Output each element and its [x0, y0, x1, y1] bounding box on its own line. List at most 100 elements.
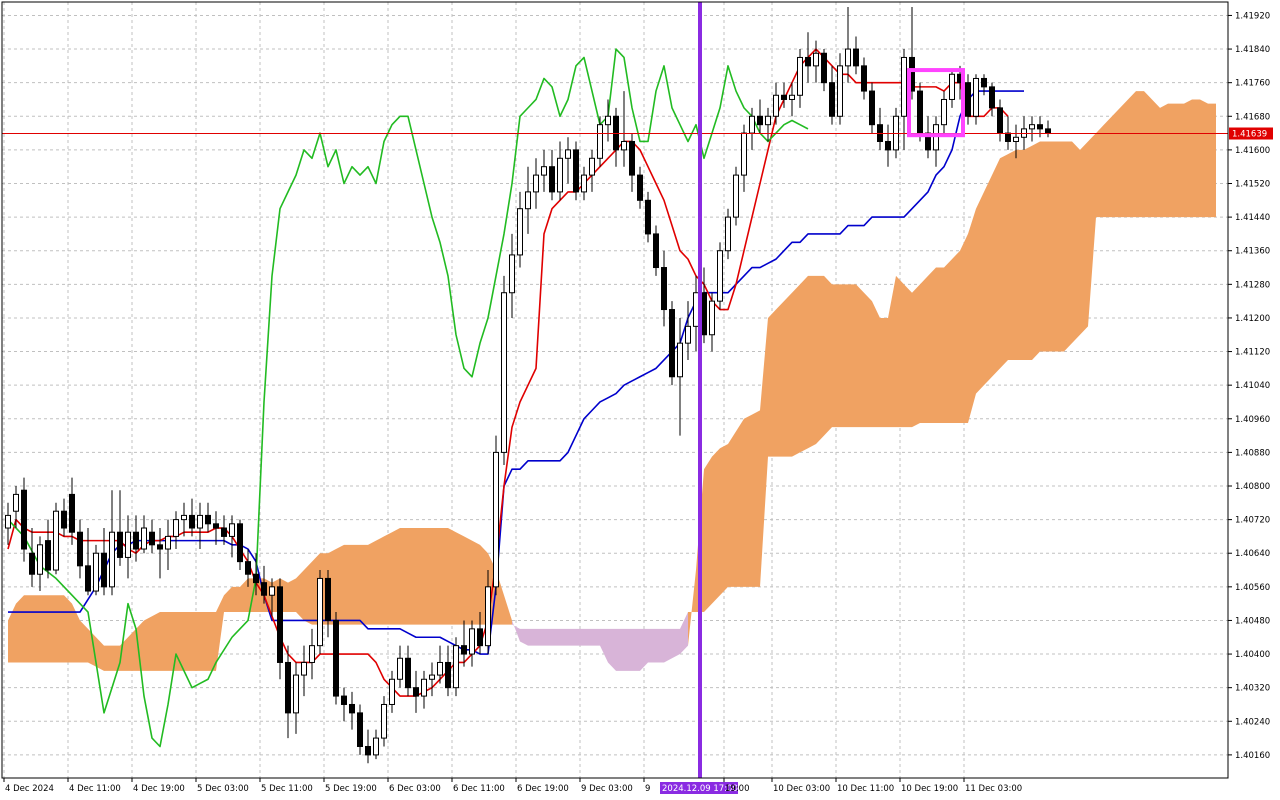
y-tick-label: 1.41680: [1235, 112, 1270, 122]
ichimoku-chart[interactable]: 2024.12.09 17:00 1.41920 1.41840 1.41760 1.…: [0, 0, 1280, 800]
candle-bearish: [253, 573, 259, 584]
y-tick-label: 1.41280: [1235, 280, 1270, 290]
candle-bullish: [269, 586, 275, 596]
candle-bullish: [181, 514, 187, 521]
y-tick-label: 1.40880: [1235, 448, 1270, 458]
candle-bullish: [717, 250, 723, 302]
candle-bearish: [637, 174, 643, 201]
candle-bearish: [445, 661, 451, 689]
x-tick-label: 19:00: [725, 784, 750, 794]
x-tick-label: 11 Dec 03:00: [965, 784, 1022, 794]
candle-bearish: [701, 292, 707, 336]
candle-bearish: [245, 561, 251, 575]
x-tick-label: 4 Dec 11:00: [69, 784, 121, 794]
current-price-label: 1.41639: [1232, 130, 1267, 140]
y-tick-label: 1.40800: [1235, 482, 1270, 492]
candle-bearish: [869, 90, 875, 126]
candle-bullish: [709, 300, 715, 336]
candle-bearish: [413, 687, 419, 697]
candle-bearish: [325, 577, 331, 621]
candle-bearish: [21, 489, 27, 550]
x-tick-label: 9: [645, 784, 650, 794]
candle-bullish: [533, 174, 539, 193]
candle-bullish: [381, 703, 387, 739]
candle-bearish: [781, 94, 787, 100]
y-tick-label: 1.41840: [1235, 45, 1270, 55]
candle-bullish: [605, 115, 611, 126]
candle-bearish: [989, 86, 995, 109]
y-tick-label: 1.40960: [1235, 415, 1270, 425]
candle-bullish: [5, 514, 11, 529]
candle-bullish: [773, 94, 779, 117]
candle-bullish: [517, 208, 523, 256]
candle-bullish: [173, 519, 179, 537]
y-tick-label: 1.41760: [1235, 79, 1270, 89]
candle-bullish: [485, 586, 491, 647]
y-tick-label: 1.40640: [1235, 549, 1270, 559]
candle-bullish: [765, 115, 771, 126]
candle-bearish: [117, 531, 123, 558]
candle-bullish: [389, 678, 395, 705]
candle-bearish: [821, 52, 827, 84]
candle-bullish: [197, 514, 203, 529]
candle-bearish: [477, 628, 483, 647]
candle-bearish: [205, 514, 211, 525]
candle-bullish: [317, 577, 323, 647]
candle-bullish: [373, 737, 379, 756]
candle-bearish: [885, 140, 891, 151]
candle-bearish: [917, 90, 923, 134]
candle-bullish: [541, 166, 547, 176]
x-tick-label: 9 Dec 03:00: [581, 784, 633, 794]
x-tick-label: 4 Dec 2024: [5, 784, 54, 794]
candle-bearish: [157, 544, 163, 550]
y-tick-label: 1.41200: [1235, 314, 1270, 324]
candle-bearish: [45, 540, 51, 571]
y-tick-label: 1.40240: [1235, 717, 1270, 727]
candle-bullish: [789, 94, 795, 100]
candle-bearish: [69, 493, 75, 533]
candle-bearish: [349, 703, 355, 714]
candle-bullish: [973, 77, 979, 117]
y-tick-label: 1.40320: [1235, 684, 1270, 694]
candle-bullish: [501, 292, 507, 453]
candle-bullish: [941, 98, 947, 126]
candle-bullish: [837, 65, 843, 117]
candle-bullish: [597, 124, 603, 159]
candle-bearish: [573, 149, 579, 193]
candle-bullish: [693, 292, 699, 327]
candle-bearish: [29, 552, 35, 575]
y-tick-label: 1.41600: [1235, 146, 1270, 156]
candle-bearish: [285, 661, 291, 714]
y-tick-label: 1.40400: [1235, 650, 1270, 660]
candle-bullish: [453, 645, 459, 689]
candle-bullish: [493, 451, 499, 588]
chart-canvas[interactable]: 2024.12.09 17:00 1.419201.418401.417601.…: [0, 0, 1280, 800]
candle-bullish: [901, 56, 907, 117]
candle-bullish: [125, 531, 131, 558]
candle-bearish: [661, 267, 667, 311]
y-tick-label: 1.40560: [1235, 583, 1270, 593]
candle-bearish: [189, 514, 195, 529]
candle-bullish: [525, 191, 531, 210]
candle-bullish: [933, 124, 939, 151]
candle-bearish: [757, 115, 763, 126]
candle-bearish: [981, 77, 987, 88]
candle-bullish: [437, 661, 443, 676]
candle-bullish: [845, 48, 851, 67]
candle-bearish: [853, 48, 859, 67]
candle-bullish: [685, 325, 691, 344]
x-tick-label: 10 Dec 19:00: [901, 784, 958, 794]
candle-bearish: [357, 712, 363, 747]
y-tick-label: 1.40480: [1235, 616, 1270, 626]
candle-bearish: [805, 56, 811, 67]
candle-bearish: [261, 582, 267, 596]
y-tick-label: 1.40160: [1235, 751, 1270, 761]
candle-bearish: [669, 309, 675, 378]
candle-bearish: [221, 527, 227, 537]
x-tick-label: 10 Dec 03:00: [773, 784, 830, 794]
candle-bearish: [1005, 132, 1011, 142]
y-tick-label: 1.41440: [1235, 213, 1270, 223]
x-tick-label: 5 Dec 19:00: [325, 784, 377, 794]
candle-bearish: [333, 619, 339, 697]
candle-bullish: [93, 552, 99, 592]
